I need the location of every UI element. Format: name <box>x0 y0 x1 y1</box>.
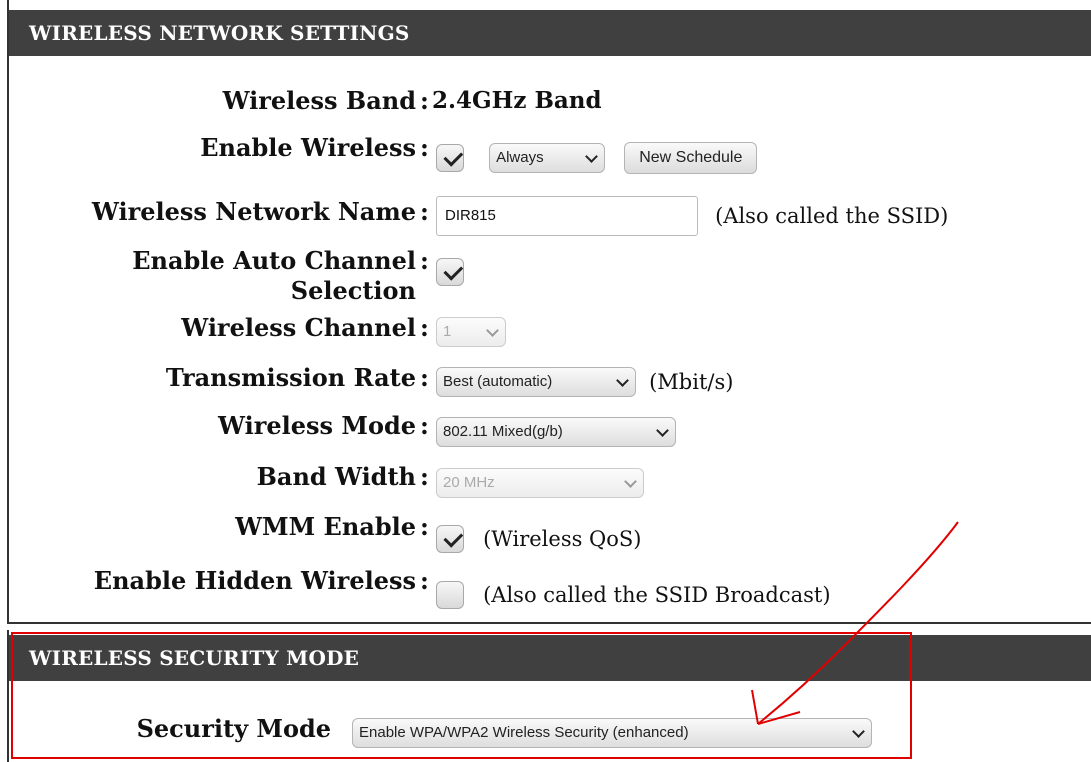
ssid-input[interactable]: DIR815 <box>436 196 698 236</box>
checkmark-icon <box>443 146 464 167</box>
colon: : <box>420 313 429 342</box>
wireless-security-panel: WIRELESS SECURITY MODE Security Mode Ena… <box>7 630 1091 762</box>
colon: : <box>420 512 429 541</box>
hidden-wireless-checkbox[interactable] <box>436 581 464 609</box>
security-mode-label: Security Mode <box>136 714 331 743</box>
band-width-select[interactable]: 20 MHz <box>436 468 644 498</box>
checkmark-icon <box>443 260 464 281</box>
ssid-note: (Also called the SSID) <box>715 204 949 228</box>
schedule-select-value: Always <box>496 149 544 166</box>
security-header: WIRELESS SECURITY MODE <box>9 635 1091 681</box>
colon: : <box>420 86 429 115</box>
wmm-enable-label: WMM Enable <box>235 512 416 541</box>
chevron-down-icon <box>486 324 499 337</box>
wireless-band-label: Wireless Band <box>222 86 416 115</box>
colon: : <box>420 462 429 491</box>
security-mode-value: Enable WPA/WPA2 Wireless Security (enhan… <box>359 724 689 741</box>
transmission-rate-value: Best (automatic) <box>443 373 553 390</box>
chevron-down-icon <box>616 374 629 387</box>
wireless-channel-value: 1 <box>443 323 452 340</box>
schedule-select[interactable]: Always <box>489 143 606 173</box>
chevron-down-icon <box>656 424 669 437</box>
enable-wireless-label: Enable Wireless <box>200 133 416 162</box>
hidden-wireless-note: (Also called the SSID Broadcast) <box>483 583 831 607</box>
colon: : <box>420 197 429 226</box>
colon: : <box>420 363 429 392</box>
wmm-checkbox[interactable] <box>436 525 464 553</box>
colon: : <box>420 566 429 595</box>
auto-channel-label: Enable Auto Channel Selection <box>132 246 416 305</box>
transmission-rate-label: Transmission Rate <box>165 363 416 392</box>
hidden-wireless-label: Enable Hidden Wireless <box>93 566 416 595</box>
wireless-network-settings-panel: WIRELESS NETWORK SETTINGS Wireless Band … <box>7 0 1091 624</box>
network-name-label: Wireless Network Name <box>91 197 416 226</box>
chevron-down-icon <box>852 725 865 738</box>
wireless-channel-label: Wireless Channel <box>181 313 416 342</box>
band-width-label: Band Width <box>256 462 416 491</box>
security-mode-select[interactable]: Enable WPA/WPA2 Wireless Security (enhan… <box>352 718 872 748</box>
checkmark-icon <box>443 527 464 548</box>
auto-channel-checkbox[interactable] <box>436 258 464 286</box>
wireless-mode-select[interactable]: 802.11 Mixed(g/b) <box>436 417 676 447</box>
wireless-mode-value: 802.11 Mixed(g/b) <box>443 423 563 440</box>
wireless-settings-header: WIRELESS NETWORK SETTINGS <box>9 10 1091 56</box>
transmission-rate-unit: (Mbit/s) <box>649 370 734 394</box>
colon: : <box>420 411 429 440</box>
enable-wireless-checkbox[interactable] <box>436 144 464 172</box>
transmission-rate-select[interactable]: Best (automatic) <box>436 367 636 397</box>
wireless-channel-select[interactable]: 1 <box>436 317 506 347</box>
wireless-mode-label: Wireless Mode <box>218 411 416 440</box>
colon: : <box>420 246 429 275</box>
colon: : <box>420 133 429 162</box>
wireless-band-value: 2.4GHz Band <box>432 87 602 114</box>
wmm-note: (Wireless QoS) <box>483 527 642 551</box>
chevron-down-icon <box>585 150 598 163</box>
chevron-down-icon <box>624 475 637 488</box>
new-schedule-button[interactable]: New Schedule <box>624 142 758 174</box>
band-width-value: 20 MHz <box>443 474 495 491</box>
